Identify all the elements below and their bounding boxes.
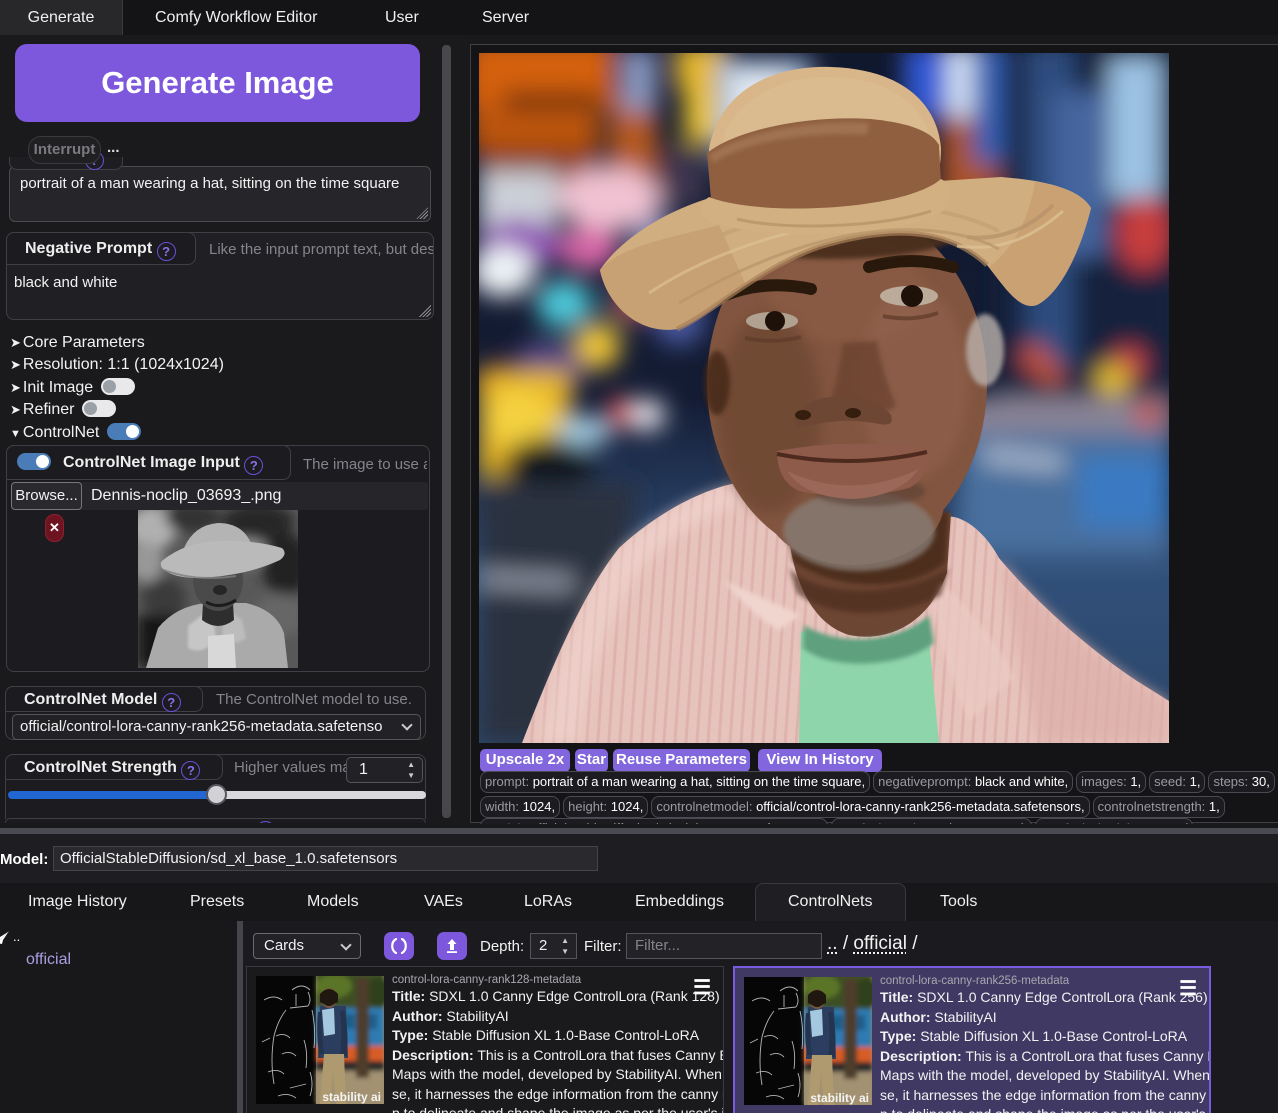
svg-text:stability ai: stability ai: [810, 1091, 869, 1105]
svg-text:stability ai: stability ai: [322, 1090, 381, 1104]
